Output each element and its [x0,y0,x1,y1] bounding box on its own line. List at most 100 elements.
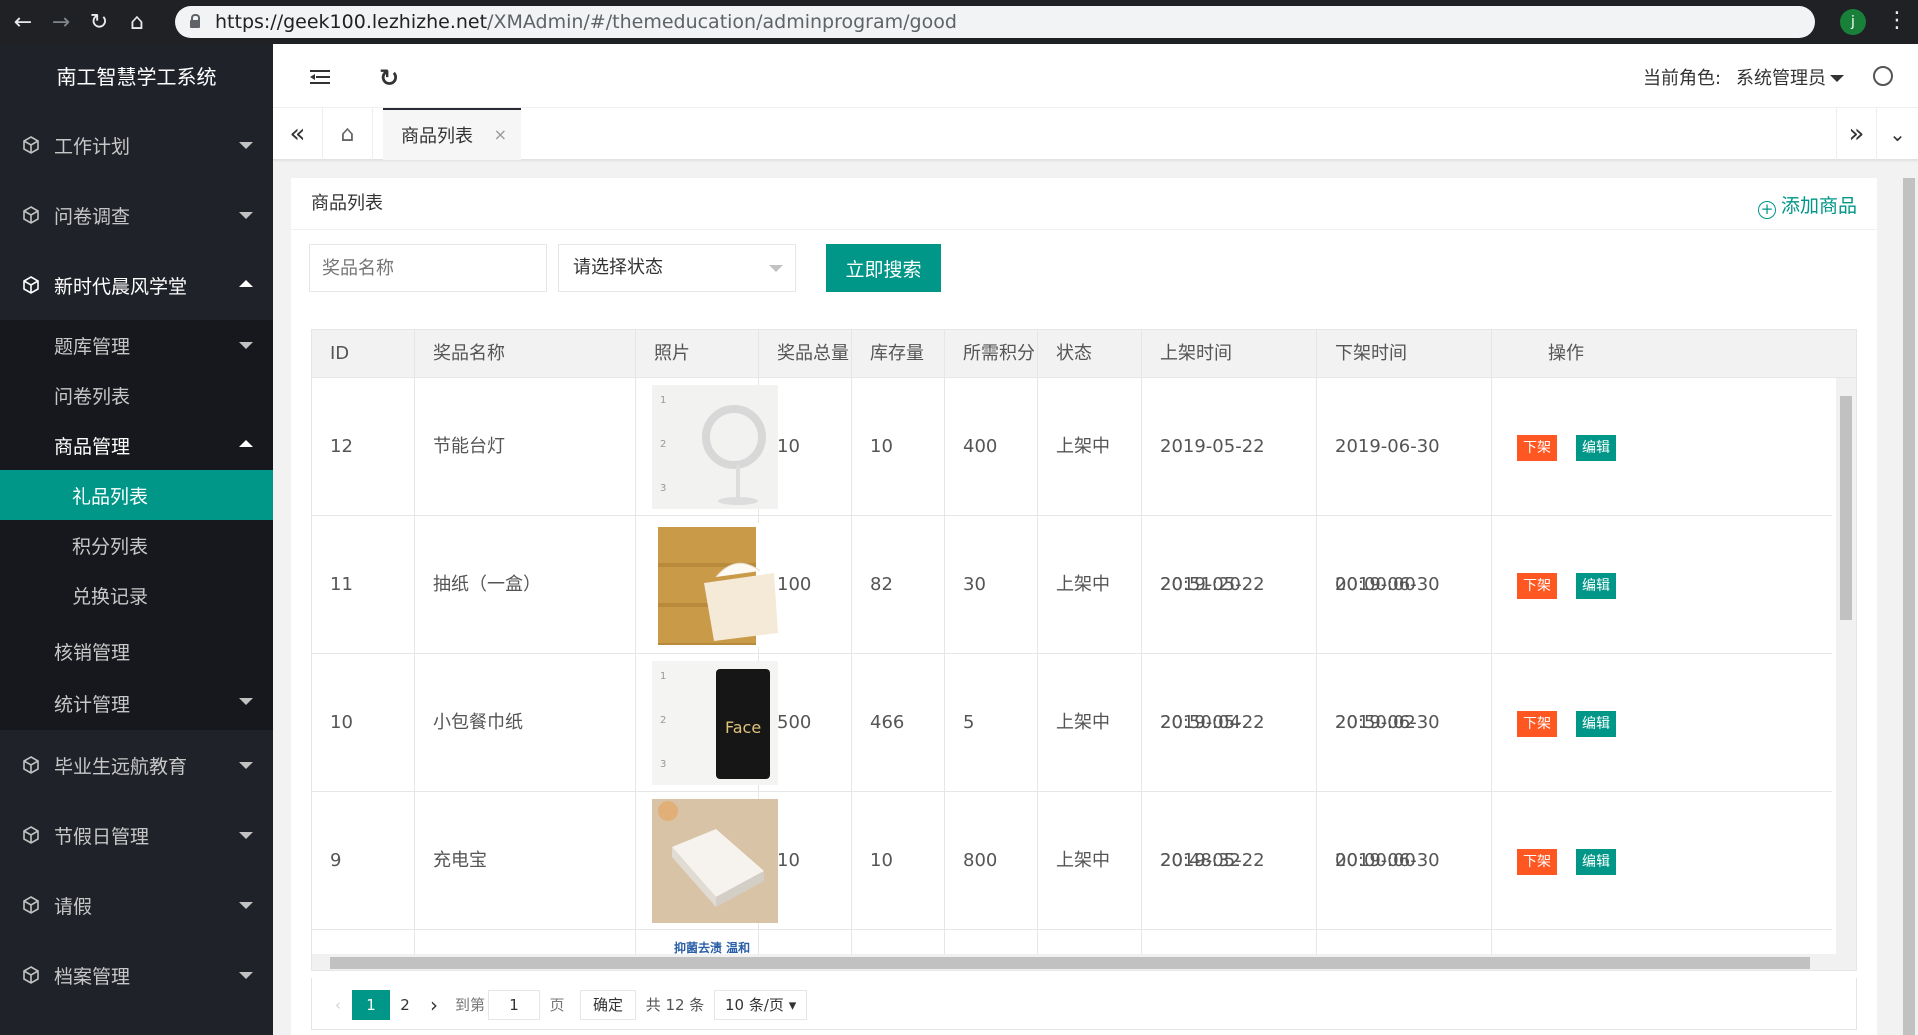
table-row: 11 抽纸（一盒） 100 82 30 上架中 2019-05-22 20:50… [312,516,1832,733]
column-header-name[interactable]: 奖品名称 [415,330,636,378]
sidebar-item-goods-management[interactable]: 商品管理 [0,420,273,470]
scrollbar-thumb[interactable] [1840,396,1852,620]
role-selector[interactable]: 系统管理员 [1736,64,1826,90]
edit-button[interactable]: 编辑 [1576,711,1616,737]
sidebar-item-graduate-education[interactable]: 毕业生远航教育 [0,730,273,800]
page-vertical-scrollbar[interactable] [1900,178,1918,1035]
sidebar-item-question-bank[interactable]: 题库管理 [0,320,273,370]
cell-id: 12 [312,378,415,516]
column-header-total[interactable]: 奖品总量 [759,330,852,378]
sidebar-item-leave[interactable]: 请假 [0,870,273,940]
page-size-select[interactable]: 10 条/页 ▾ [714,990,807,1020]
caret-down-icon [769,265,783,272]
sidebar-item-work-plan[interactable]: 工作计划 [0,110,273,180]
address-bar[interactable]: https://geek100.lezhizhe.net/XMAdmin/#/t… [175,6,1815,38]
edit-button[interactable]: 编辑 [1576,849,1616,875]
prev-page-icon[interactable]: ‹ [328,990,348,1020]
sidebar-item-archive-management[interactable]: 档案管理 [0,940,273,1010]
column-header-points[interactable]: 所需积分 [945,330,1038,378]
role-label: 当前角色: [1643,68,1722,89]
tabs-scroll-right-icon[interactable]: » [1836,108,1876,160]
forward-icon[interactable]: → [46,7,76,37]
sidebar-item-gift-list[interactable]: 礼品列表 [0,470,273,520]
search-button[interactable]: 立即搜索 [826,244,941,292]
column-header-stock[interactable]: 库存量 [852,330,945,378]
cell-stock: 10 [852,378,945,516]
scrollbar-thumb[interactable] [1903,178,1915,1035]
edit-button[interactable]: 编辑 [1576,573,1616,599]
refresh-icon[interactable]: ↻ [379,64,399,92]
column-header-on-time[interactable]: 上架时间 [1142,330,1317,378]
sidebar-item-label: 新时代晨风学堂 [54,275,188,298]
next-page-icon[interactable]: › [422,990,446,1020]
sidebar-item-new-era-classroom[interactable]: 新时代晨风学堂 [0,250,273,320]
collapse-menu-icon[interactable] [310,70,330,84]
table-row: 9 充电宝 10 10 800 上架中 2019-05-22 20:47:34 [312,792,1832,930]
sidebar-item-exchange-records[interactable]: 兑换记录 [0,570,273,620]
svg-text:Face: Face [725,718,761,737]
page-size-value: 10 条/页 [725,996,784,1014]
prize-name-input[interactable] [309,244,547,292]
palette-icon[interactable] [1873,66,1893,86]
cell-on-time: 2019-05-22 20:47:34 [1142,792,1317,930]
cell-total: 10 [759,792,852,930]
sidebar-item-survey[interactable]: 问卷调查 [0,180,273,250]
tab-goods-list[interactable]: 商品列表 × [383,108,521,160]
chevron-down-icon [239,142,253,149]
column-header-id[interactable]: ID [312,330,415,378]
cell-total [759,930,852,954]
table-vertical-scrollbar[interactable] [1836,378,1856,954]
pagination: ‹ 1 2 › 到第 1 页 确定 共 12 条 10 条/页 ▾ [311,978,1857,1030]
sidebar-item-points-list[interactable]: 积分列表 [0,520,273,570]
home-icon[interactable]: ⌂ [122,7,152,37]
browser-toolbar: ← → ↻ ⌂ https://geek100.lezhizhe.net/XMA… [0,0,1918,44]
tabs-scroll-left-icon[interactable]: « [273,108,323,160]
take-down-button[interactable]: 下架 [1517,849,1557,875]
goto-confirm-button[interactable]: 确定 [580,990,636,1020]
take-down-button[interactable]: 下架 [1517,435,1557,461]
chevron-down-icon [239,762,253,769]
sidebar-item-label: 积分列表 [72,535,149,558]
browser-menu-icon[interactable]: ⋮ [1886,8,1908,33]
sidebar-item-label: 问卷列表 [54,385,131,408]
status-select-value: 请选择状态 [573,257,663,278]
sidebar-item-holiday-management[interactable]: 节假日管理 [0,800,273,870]
sidebar-item-label: 请假 [54,895,93,918]
caret-down-icon[interactable] [1830,75,1844,82]
table-header: ID 奖品名称 照片 奖品总量 库存量 所需积分 状态 上架时间 下架时间 操作 [312,330,1856,378]
take-down-button[interactable]: 下架 [1517,711,1557,737]
cell-total: 10 [759,378,852,516]
sidebar-item-writeoff-management[interactable]: 核销管理 [0,626,273,676]
cell-status: 上架中 [1038,792,1142,930]
add-goods-button[interactable]: + 添加商品 [1757,180,1857,232]
sidebar-item-survey-list[interactable]: 问卷列表 [0,370,273,420]
page-2-button[interactable]: 2 [390,990,420,1020]
sidebar-item-statistics-management[interactable]: 统计管理 [0,676,273,730]
cell-id [312,930,415,954]
cell-on-time [1142,930,1317,954]
status-select[interactable]: 请选择状态 [558,244,796,292]
cell-photo: 1 2 3 [636,378,778,516]
home-tab-icon[interactable]: ⌂ [323,108,373,160]
goto-page-input[interactable]: 1 [488,990,540,1020]
scrollbar-thumb[interactable] [330,957,1810,969]
cell-total: 100 [759,516,852,654]
column-header-status[interactable]: 状态 [1038,330,1142,378]
card-header: 商品列表 + 添加商品 [291,178,1877,230]
page-1-button[interactable]: 1 [352,990,390,1020]
column-header-off-time[interactable]: 下架时间 [1317,330,1492,378]
cell-actions: 下架 编辑 [1492,654,1832,792]
take-down-button[interactable]: 下架 [1517,573,1557,599]
back-icon[interactable]: ← [8,7,38,37]
lock-icon [189,14,200,28]
edit-button[interactable]: 编辑 [1576,435,1616,461]
tabs-menu-chevron-down-icon[interactable]: ⌄ [1876,108,1918,160]
table-row: 12 节能台灯 1 2 3 10 10 400 上架中 2019-05-22 2… [312,378,1832,595]
sidebar-item-label: 礼品列表 [72,485,149,508]
profile-avatar[interactable]: j [1840,9,1866,35]
table-horizontal-scrollbar[interactable] [312,954,1856,970]
reload-icon[interactable]: ↻ [84,7,114,37]
column-header-photo[interactable]: 照片 [636,330,759,378]
cell-name [415,930,636,954]
close-icon[interactable]: × [494,125,507,144]
